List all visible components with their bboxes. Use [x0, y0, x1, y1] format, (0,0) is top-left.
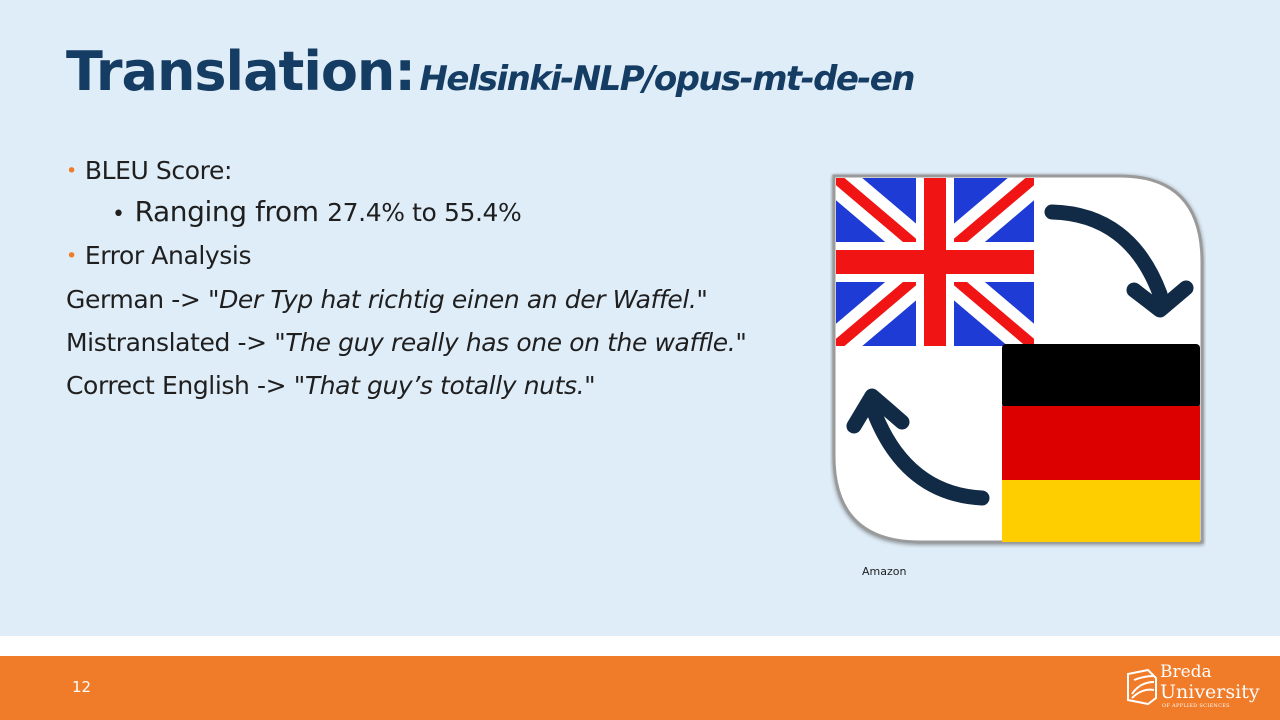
footer-bar: [0, 656, 1280, 720]
page-number: 12: [72, 678, 92, 696]
example-german: German -> "Der Typ hat richtig einen an …: [66, 285, 708, 314]
mistranslated-close: ": [735, 328, 747, 357]
german-label: German -> ": [66, 285, 220, 314]
error-label: Error Analysis: [84, 241, 252, 270]
title-model: Helsinki-NLP/opus-mt-de-en: [419, 59, 916, 99]
correct-label: Correct English ->: [66, 371, 294, 400]
bullet-bleu: • BLEU Score:: [66, 156, 232, 185]
range-values: 27.4% to 55.4%: [327, 198, 522, 227]
logo-line3: OF APPLIED SCIENCES: [1162, 703, 1230, 709]
mistranslated-label: Mistranslated ->: [66, 328, 275, 357]
slide-title: Translation: Helsinki-NLP/opus-mt-de-en: [66, 40, 916, 103]
bullet-error-analysis: • Error Analysis: [66, 241, 252, 270]
example-mistranslated: Mistranslated -> "The guy really has one…: [66, 328, 747, 357]
logo-line1: Breda: [1160, 662, 1212, 682]
sub-bullet-dot: •: [112, 202, 125, 227]
bleu-label: BLEU Score:: [84, 156, 233, 185]
logo-line2: University: [1160, 681, 1260, 703]
bullet-dot: •: [66, 245, 77, 267]
german-text: Der Typ hat richtig einen an der Waffel.…: [219, 285, 708, 314]
bullet-dot: •: [66, 160, 77, 182]
correct-text: "That guy’s totally nuts.": [293, 371, 596, 400]
mistranslated-text: "The guy really has one on the waffle.: [274, 328, 736, 357]
sub-bullet-range: • Ranging from 27.4% to 55.4%: [112, 195, 522, 228]
uk-flag: [836, 178, 1034, 346]
title-main: Translation:: [66, 40, 416, 103]
image-caption: Amazon: [862, 565, 907, 578]
range-prefix: Ranging from: [134, 195, 328, 228]
example-correct: Correct English -> "That guy’s totally n…: [66, 371, 596, 400]
german-flag: [1002, 344, 1200, 542]
translation-image: [830, 172, 1206, 548]
translate-flags-icon: [832, 174, 1204, 544]
